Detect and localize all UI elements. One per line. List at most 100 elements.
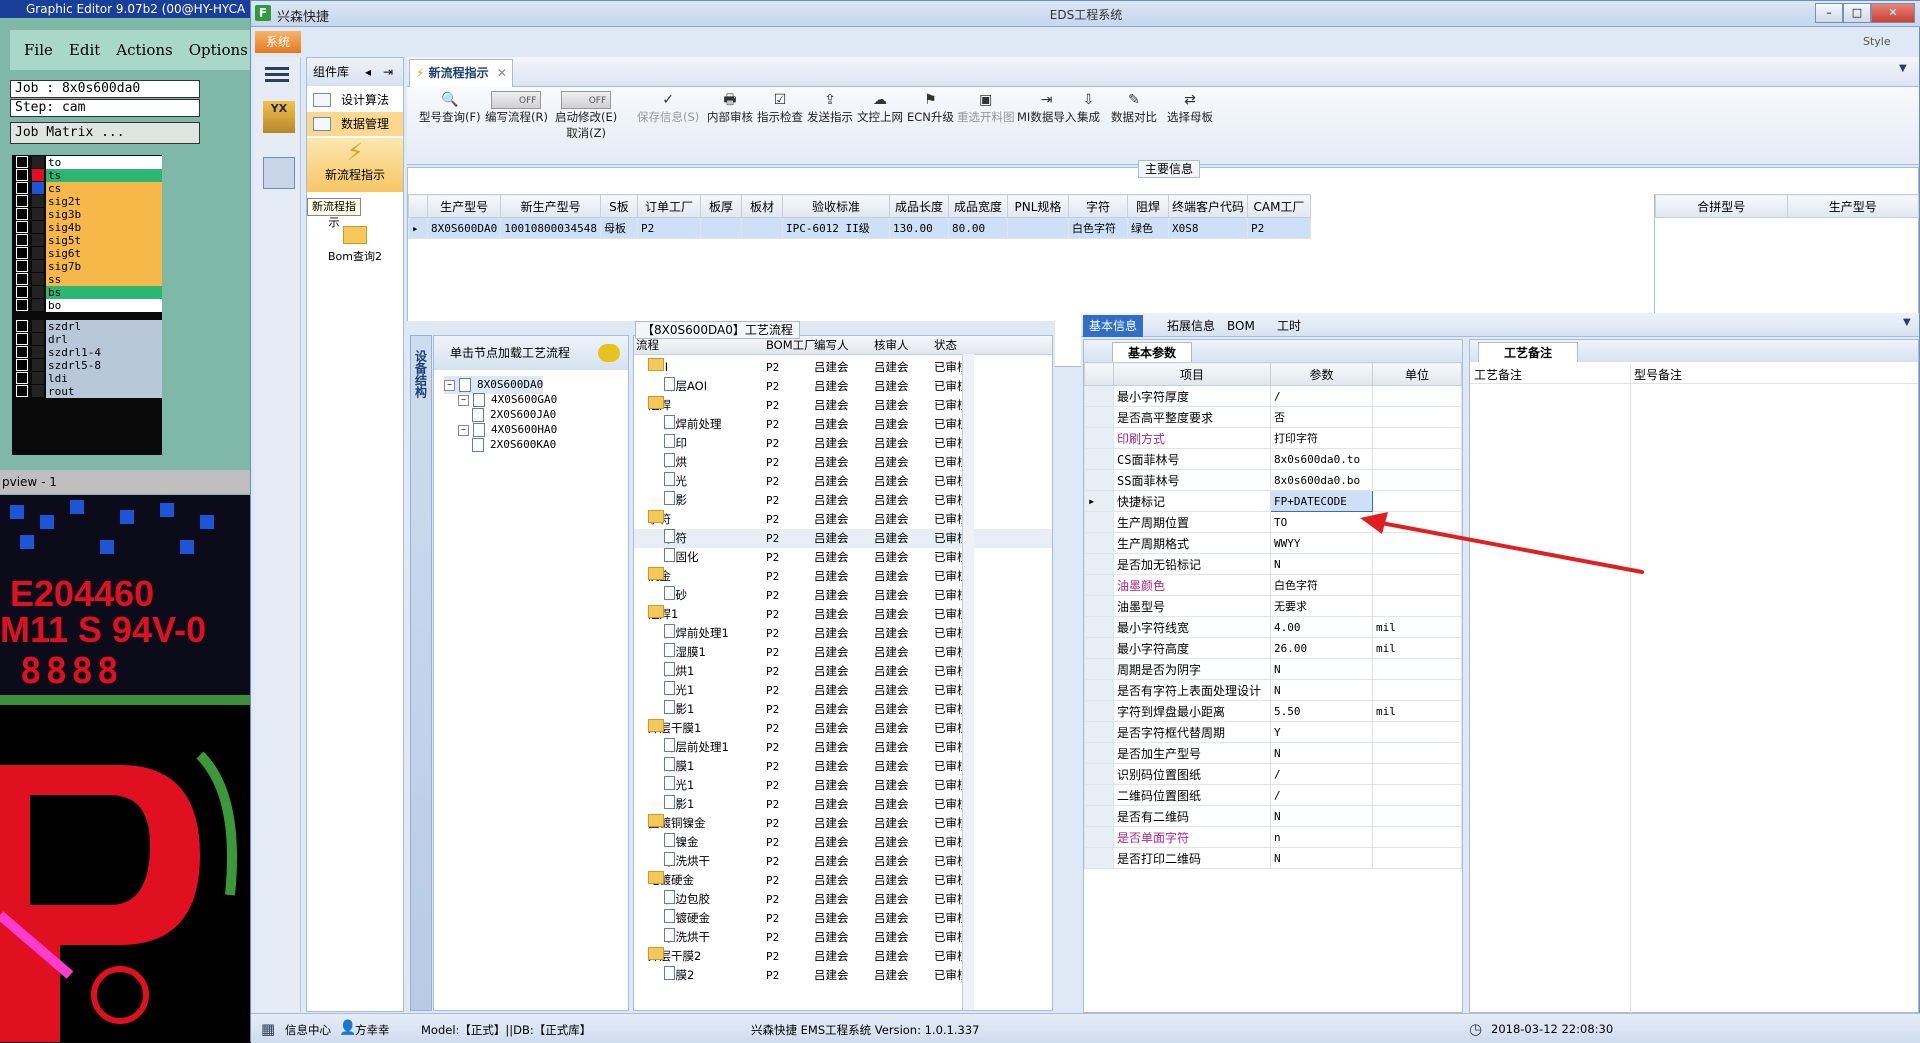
ge-layer-row[interactable]: sig5t — [12, 233, 162, 247]
expand-icon[interactable]: − — [458, 394, 469, 406]
param-row[interactable]: 最小字符厚度 / — [1084, 385, 1462, 407]
flow-row[interactable]: 沉金P2 吕建会 吕建会 已审核 — [634, 567, 1052, 586]
ge-pcb-view[interactable]: E204460 M11 S 94V-0 8888 — [0, 495, 250, 1042]
ribbon-button-3[interactable]: ✓ 保存信息(S) — [637, 91, 699, 125]
yx-module-icon[interactable]: YX — [263, 101, 295, 133]
flow-row[interactable]: 显影1P2 吕建会 吕建会 已审核 — [634, 700, 1052, 719]
param-row[interactable]: 最小字符线宽 4.00 mil — [1084, 616, 1462, 638]
ge-menu-edit[interactable]: Edit — [69, 41, 100, 59]
param-value[interactable]: / — [1270, 784, 1373, 806]
flow-row[interactable]: 电镀硬金P2 吕建会 吕建会 已审核 — [634, 909, 1052, 928]
param-value[interactable]: 26.00 — [1270, 637, 1373, 659]
ge-menu-options[interactable]: Options — [189, 41, 248, 59]
collapse-left-icon[interactable]: ◂ — [365, 58, 371, 86]
ribbon-button-0[interactable]: 🔍 型号查询(F) — [419, 91, 481, 125]
flow-row[interactable]: 丝印P2 吕建会 吕建会 已审核 — [634, 434, 1052, 453]
param-value[interactable]: Y — [1270, 721, 1373, 743]
checkbox-icon[interactable] — [16, 346, 28, 358]
param-value[interactable]: / — [1270, 385, 1373, 407]
flow-row[interactable]: 曝光1P2 吕建会 吕建会 已审核 — [634, 776, 1052, 795]
flow-row[interactable]: 水洗烘干P2 吕建会 吕建会 已审核 — [634, 852, 1052, 871]
flow-row[interactable]: 阻焊1P2 吕建会 吕建会 已审核 — [634, 605, 1052, 624]
ge-layer-row[interactable]: ts — [12, 168, 162, 182]
param-row[interactable]: 识别码位置图纸 / — [1084, 763, 1462, 785]
ge-menu-actions[interactable]: Actions — [116, 41, 172, 59]
bom-query-button[interactable]: Bom查询2 — [307, 224, 403, 270]
checkbox-icon[interactable] — [16, 333, 28, 345]
main-info-cell[interactable]: X0S8 — [1167, 217, 1248, 239]
param-row[interactable]: 最小字符高度 26.00 mil — [1084, 637, 1462, 659]
param-value[interactable]: TO — [1270, 511, 1373, 533]
pin-icon[interactable]: ⇥ — [383, 58, 393, 86]
info-center-link[interactable]: 信息中心 — [285, 1022, 331, 1038]
main-info-cell[interactable]: P2 — [1246, 217, 1311, 239]
param-value[interactable]: 白色字符 — [1270, 574, 1373, 596]
ribbon-button-9[interactable]: ▣ 重选开料图 — [957, 91, 1015, 125]
checkbox-icon[interactable] — [16, 169, 28, 181]
flow-row[interactable]: AOIP2 吕建会 吕建会 已审核 — [634, 358, 1052, 377]
param-value[interactable]: N — [1270, 679, 1373, 701]
ge-job-matrix-button[interactable]: Job Matrix ... — [10, 122, 200, 144]
detail-tab-0[interactable]: 基本信息 — [1083, 315, 1144, 337]
param-row[interactable]: 印刷方式 打印字符 — [1084, 427, 1462, 449]
expand-icon[interactable]: − — [444, 379, 455, 391]
param-row[interactable]: 是否高平整度要求否 — [1084, 406, 1462, 428]
panel-dropdown-icon[interactable]: ▼ — [1903, 317, 1911, 328]
flow-row[interactable]: 显影P2 吕建会 吕建会 已审核 — [634, 491, 1052, 510]
ge-layer-row[interactable]: sig7b — [12, 259, 162, 273]
ge-menu-file[interactable]: File — [24, 41, 53, 59]
param-row[interactable]: 二维码位置图纸 / — [1084, 784, 1462, 806]
param-value[interactable]: 4.00 — [1270, 616, 1373, 638]
ge-layer-row[interactable]: to — [12, 155, 162, 169]
param-row[interactable]: SS面菲林号 8x0s600da0.bo — [1084, 469, 1462, 491]
main-info-cell[interactable]: 绿色 — [1126, 217, 1169, 239]
main-info-cell[interactable] — [699, 217, 742, 239]
flow-row[interactable]: 阻焊P2 吕建会 吕建会 已审核 — [634, 396, 1052, 415]
checkbox-icon[interactable] — [16, 247, 28, 259]
flow-row[interactable]: 镀镍金P2 吕建会 吕建会 已审核 — [634, 833, 1052, 852]
param-row[interactable]: 周期是否为阴字 N — [1084, 658, 1462, 680]
toggle-switch[interactable]: OFF — [491, 91, 542, 109]
ribbon-button-4[interactable]: 🖶 内部审核 — [707, 91, 753, 125]
ge-layer-row[interactable]: sig2t — [12, 194, 162, 208]
detail-tab-1[interactable]: 拓展信息 — [1161, 315, 1221, 337]
flow-row[interactable]: 喷砂P2 吕建会 吕建会 已审核 — [634, 586, 1052, 605]
flow-row[interactable]: 阻焊前处理P2 吕建会 吕建会 已审核 — [634, 415, 1052, 434]
toggle-switch[interactable]: OFF — [561, 91, 612, 109]
ribbon-button-10[interactable]: ⇥ MI数据导入 — [1017, 91, 1076, 125]
flow-row[interactable]: 退膜2P2 吕建会 吕建会 已审核 — [634, 966, 1052, 985]
param-row[interactable]: 是否字符框代替周期 Y — [1084, 721, 1462, 743]
param-value[interactable]: n — [1270, 826, 1373, 848]
ge-layer-row[interactable]: szdrl — [12, 319, 162, 333]
param-value[interactable]: N — [1270, 658, 1373, 680]
structure-side-tab[interactable]: 设备结构 — [410, 335, 432, 1011]
param-value[interactable]: FP+DATECODE — [1270, 490, 1373, 512]
flow-row[interactable]: 终固化P2 吕建会 吕建会 已审核 — [634, 548, 1052, 567]
flow-row[interactable]: 水洗烘干P2 吕建会 吕建会 已审核 — [634, 928, 1052, 947]
flow-row[interactable]: 贴膜1P2 吕建会 吕建会 已审核 — [634, 757, 1052, 776]
main-info-cell[interactable] — [1006, 217, 1069, 239]
param-value[interactable]: / — [1270, 763, 1373, 785]
checkbox-icon[interactable] — [16, 221, 28, 233]
flow-row[interactable]: 图镀铜镍金P2 吕建会 吕建会 已审核 — [634, 814, 1052, 833]
main-info-cell[interactable]: 母板 — [599, 217, 638, 239]
checkbox-icon[interactable] — [16, 359, 28, 371]
checkbox-icon[interactable] — [16, 286, 28, 298]
param-value[interactable]: N — [1270, 805, 1373, 827]
checkbox-icon[interactable] — [16, 273, 28, 285]
param-value[interactable]: N — [1270, 847, 1373, 869]
ribbon-button-2[interactable]: OFF 启动修改(E) 取消(Z) — [555, 91, 617, 141]
detail-tab-3[interactable]: 工时 — [1271, 315, 1307, 337]
ribbon-button-5[interactable]: ☑ 指示检查 — [757, 91, 803, 125]
ge-layer-row[interactable]: ss — [12, 272, 162, 286]
grid-app-icon[interactable]: ▦ — [261, 1020, 275, 1038]
detail-tab-2[interactable]: BOM — [1221, 315, 1261, 337]
ge-layer-row[interactable]: sig6t — [12, 246, 162, 260]
tab-dropdown-icon[interactable]: ▼ — [1899, 63, 1907, 74]
param-value[interactable]: 打印字符 — [1270, 427, 1373, 449]
ge-layer-row[interactable]: rout — [12, 384, 162, 398]
main-info-cell[interactable]: IPC-6012 II级 — [781, 217, 890, 239]
main-info-cell[interactable]: 130.00 — [888, 217, 949, 239]
flow-scrollbar[interactable] — [962, 354, 974, 1010]
comp-item-data-management[interactable]: 数据管理 — [307, 112, 403, 136]
